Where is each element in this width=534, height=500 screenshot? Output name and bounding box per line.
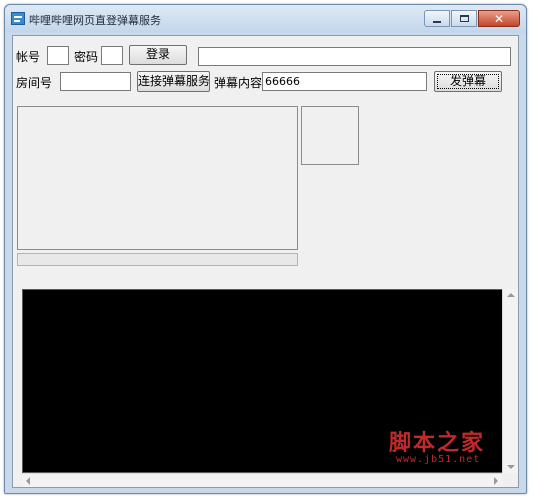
watermark-logo: 脚本之家: [389, 430, 486, 456]
caption-buttons: ✕: [424, 10, 520, 28]
login-button[interactable]: 登录: [129, 45, 187, 65]
close-button[interactable]: ✕: [478, 10, 520, 27]
watermark-url: www.jb51.net: [396, 454, 481, 465]
room-label: 房间号: [16, 76, 53, 90]
scroll-left-icon[interactable]: [26, 477, 30, 485]
maximize-icon: [459, 15, 469, 22]
app-window: 哔哩哔哩网页直登弹幕服务 ✕ 帐号 密码 登录 房间号 连接弹幕服务 弹幕内容 …: [4, 4, 527, 494]
window-title: 哔哩哔哩网页直登弹幕服务: [29, 14, 161, 27]
scroll-right-icon[interactable]: [494, 477, 498, 485]
scroll-up-icon[interactable]: [507, 293, 515, 297]
minimize-button[interactable]: [424, 10, 450, 27]
send-danmaku-button[interactable]: 发弹幕: [434, 71, 502, 92]
connect-button[interactable]: 连接弹幕服务: [137, 71, 210, 92]
danmaku-label: 弹幕内容: [214, 76, 263, 90]
status-input[interactable]: [198, 47, 511, 66]
account-label: 帐号: [16, 50, 41, 64]
close-icon: ✕: [493, 11, 505, 26]
maximize-button[interactable]: [451, 10, 477, 27]
app-icon: [11, 12, 25, 25]
video-panel: [17, 106, 298, 250]
horizontal-scrollbar[interactable]: [22, 473, 502, 487]
danmaku-input[interactable]: 66666: [262, 72, 427, 91]
preview-box: [301, 106, 359, 165]
minimize-icon: [433, 20, 441, 23]
progress-bar: [17, 253, 298, 266]
vertical-scrollbar[interactable]: [502, 289, 518, 473]
client-area: 帐号 密码 登录 房间号 连接弹幕服务 弹幕内容 66666 发弹幕 脚本之家 …: [12, 35, 519, 488]
password-label: 密码: [74, 50, 99, 64]
password-input[interactable]: [101, 46, 123, 65]
title-bar[interactable]: 哔哩哔哩网页直登弹幕服务 ✕: [5, 5, 526, 33]
scroll-down-icon[interactable]: [507, 465, 515, 469]
account-input[interactable]: [47, 46, 69, 65]
room-input[interactable]: [60, 72, 131, 91]
